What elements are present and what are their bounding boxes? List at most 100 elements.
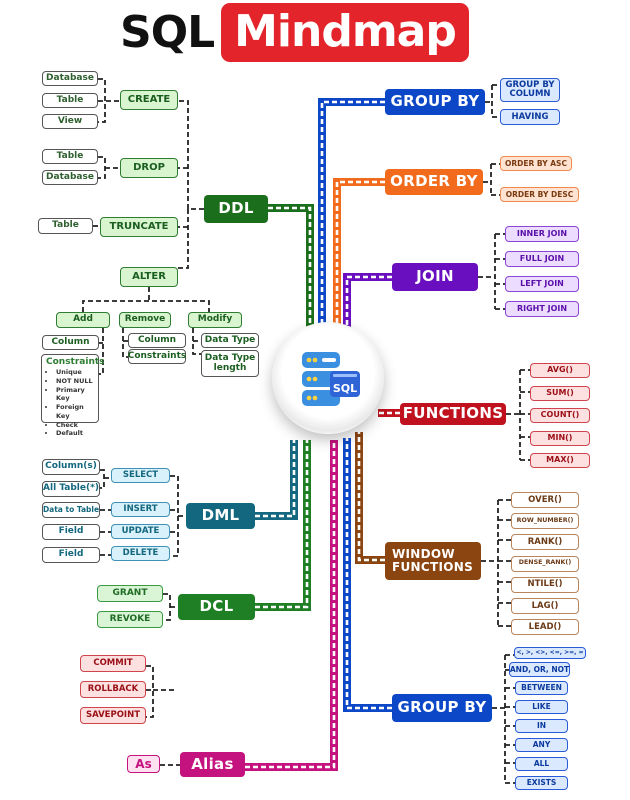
order-by-node[interactable]: ORDER BY	[385, 169, 483, 195]
ddl-node[interactable]: DDL	[204, 195, 268, 223]
dcl-savepoint-node-label: SAVEPOINT	[85, 710, 141, 721]
dcl-commit-node-label: COMMIT	[93, 658, 133, 669]
join-right-node[interactable]: RIGHT JOIN	[505, 301, 579, 317]
drop-node[interactable]: DROP	[120, 158, 178, 178]
alter-modify-node[interactable]: Modify	[188, 312, 242, 328]
constraint-item: Foreign Key	[56, 403, 94, 421]
dml-select-target-all-table[interactable]: All Table(*)	[42, 481, 100, 497]
alter-remove-constraints-label: Constraints	[127, 350, 187, 361]
create-item-view[interactable]: View	[42, 114, 98, 129]
dcl-access-node-label: DCL	[199, 597, 234, 616]
dcl-transaction-node[interactable]: DCL	[176, 674, 250, 701]
function-avg-node-label: AVG()	[547, 365, 573, 375]
function-sum-node[interactable]: SUM()	[530, 385, 590, 401]
alter-add-node[interactable]: Add	[56, 312, 110, 328]
dcl-commit-node[interactable]: COMMIT	[80, 655, 146, 672]
function-avg-node[interactable]: AVG()	[530, 363, 590, 378]
dml-lines	[170, 475, 186, 557]
order-by-asc-node[interactable]: ORDER BY ASC	[500, 156, 572, 171]
window-lead-node[interactable]: LEAD()	[511, 619, 579, 636]
dcl-rollback-node[interactable]: ROLLBACK	[80, 681, 146, 698]
alter-modify-data-type[interactable]: Data Type	[201, 333, 259, 348]
filter-any-node[interactable]: ANY	[515, 738, 568, 752]
window-rank-node-label: RANK()	[527, 536, 563, 547]
group-by-column-node[interactable]: GROUP BY COLUMN	[500, 78, 560, 102]
order-by-desc-node[interactable]: ORDER BY DESC	[500, 187, 579, 202]
window-ntile-node[interactable]: NTILE()	[511, 576, 579, 593]
truncate-node[interactable]: TRUNCATE	[100, 217, 178, 237]
having-node[interactable]: HAVING	[500, 109, 560, 125]
alter-remove-column-label: Column	[137, 334, 177, 345]
drop-item-table[interactable]: Table	[42, 149, 98, 164]
dml-node[interactable]: DML	[186, 503, 255, 529]
filter-comparison-node[interactable]: <, >, <>, <=, >=, =	[514, 647, 586, 659]
having-node-label: HAVING	[511, 111, 549, 122]
alter-remove-column[interactable]: Column	[128, 333, 186, 348]
window-over-node[interactable]: OVER()	[511, 492, 579, 508]
alter-remove-node[interactable]: Remove	[119, 312, 171, 328]
dml-update-target[interactable]: Field	[42, 524, 100, 540]
dml-select-target-all-table-label: All Table(*)	[43, 483, 99, 494]
window-functions-node[interactable]: WINDOW FUNCTIONS	[385, 542, 481, 580]
alias-as-node[interactable]: As	[127, 755, 160, 773]
functions-node-label: FUNCTIONS	[402, 404, 504, 423]
group-by-top-node[interactable]: GROUP BY	[385, 89, 485, 115]
dcl-savepoint-node[interactable]: SAVEPOINT	[80, 707, 146, 724]
join-full-node[interactable]: FULL JOIN	[505, 251, 579, 267]
alias-node[interactable]: Alias	[180, 752, 245, 777]
trunk-dml-inner	[255, 440, 296, 518]
title-sql: SQL	[120, 6, 215, 58]
dml-select-target-columns[interactable]: Column(s)	[42, 459, 100, 475]
dml-insert-node[interactable]: INSERT	[111, 502, 170, 517]
truncate-item-table[interactable]: Table	[38, 218, 93, 234]
filter-logical-node-label: AND, OR, NOT	[509, 664, 570, 674]
filter-in-node[interactable]: IN	[515, 719, 568, 733]
create-item-database-label: Database	[46, 72, 94, 83]
window-functions-lines	[481, 499, 511, 627]
alter-modify-data-type-length[interactable]: Data Type length	[201, 350, 259, 377]
dml-delete-node[interactable]: DELETE	[111, 546, 170, 561]
alter-add-constraints[interactable]: ConstraintsUniqueNOT NULLPrimary KeyFore…	[41, 354, 105, 437]
alter-branch-lines	[82, 287, 210, 312]
filter-like-node[interactable]: LIKE	[515, 700, 568, 714]
dml-select-node[interactable]: SELECT	[111, 468, 170, 483]
dcl-revoke-node[interactable]: REVOKE	[97, 611, 163, 628]
dcl-transaction-lines	[146, 665, 176, 718]
group-by-bottom-node[interactable]: GROUP BY	[392, 694, 492, 722]
window-rank-node[interactable]: RANK()	[511, 534, 579, 551]
window-functions-node-label: WINDOW FUNCTIONS	[392, 547, 474, 574]
create-node[interactable]: CREATE	[120, 90, 178, 110]
join-inner-node[interactable]: INNER JOIN	[505, 226, 579, 242]
create-item-table[interactable]: Table	[42, 93, 98, 108]
functions-node[interactable]: FUNCTIONS	[400, 403, 506, 425]
drop-node-label: DROP	[133, 161, 165, 173]
dcl-grant-node[interactable]: GRANT	[97, 585, 163, 602]
truncate-node-label: TRUNCATE	[109, 220, 169, 232]
window-lag-node-label: LAG()	[531, 600, 559, 611]
dml-delete-target[interactable]: Field	[42, 547, 100, 563]
drop-item-database[interactable]: Database	[42, 170, 98, 185]
function-min-node[interactable]: MIN()	[530, 430, 590, 446]
join-node[interactable]: JOIN	[392, 263, 478, 291]
filter-all-node[interactable]: ALL	[515, 757, 568, 771]
filter-exists-node[interactable]: EXISTS	[515, 776, 568, 790]
dml-update-node[interactable]: UPDATE	[111, 524, 170, 539]
function-count-node[interactable]: COUNT()	[530, 408, 590, 423]
join-left-node[interactable]: LEFT JOIN	[505, 276, 579, 292]
dml-insert-target[interactable]: Data to Table	[42, 502, 100, 518]
trunk-dml	[255, 440, 298, 520]
alter-add-column[interactable]: Column	[42, 335, 99, 350]
dcl-access-node[interactable]: DCL	[178, 594, 255, 620]
create-item-database[interactable]: Database	[42, 71, 98, 86]
alter-node[interactable]: ALTER	[120, 267, 178, 287]
function-max-node[interactable]: MAX()	[530, 453, 590, 468]
filter-in-node-label: IN	[536, 721, 547, 731]
alter-remove-constraints[interactable]: Constraints	[128, 349, 186, 364]
window-row-number-node[interactable]: ROW_NUMBER()	[511, 513, 579, 530]
window-dense-rank-node[interactable]: DENSE_RANK()	[511, 555, 579, 572]
window-over-node-label: OVER()	[528, 494, 562, 505]
function-min-node-label: MIN()	[547, 432, 573, 442]
window-lag-node[interactable]: LAG()	[511, 598, 579, 614]
filter-logical-node[interactable]: AND, OR, NOT	[509, 662, 570, 677]
filter-between-node[interactable]: BETWEEN	[515, 681, 568, 695]
